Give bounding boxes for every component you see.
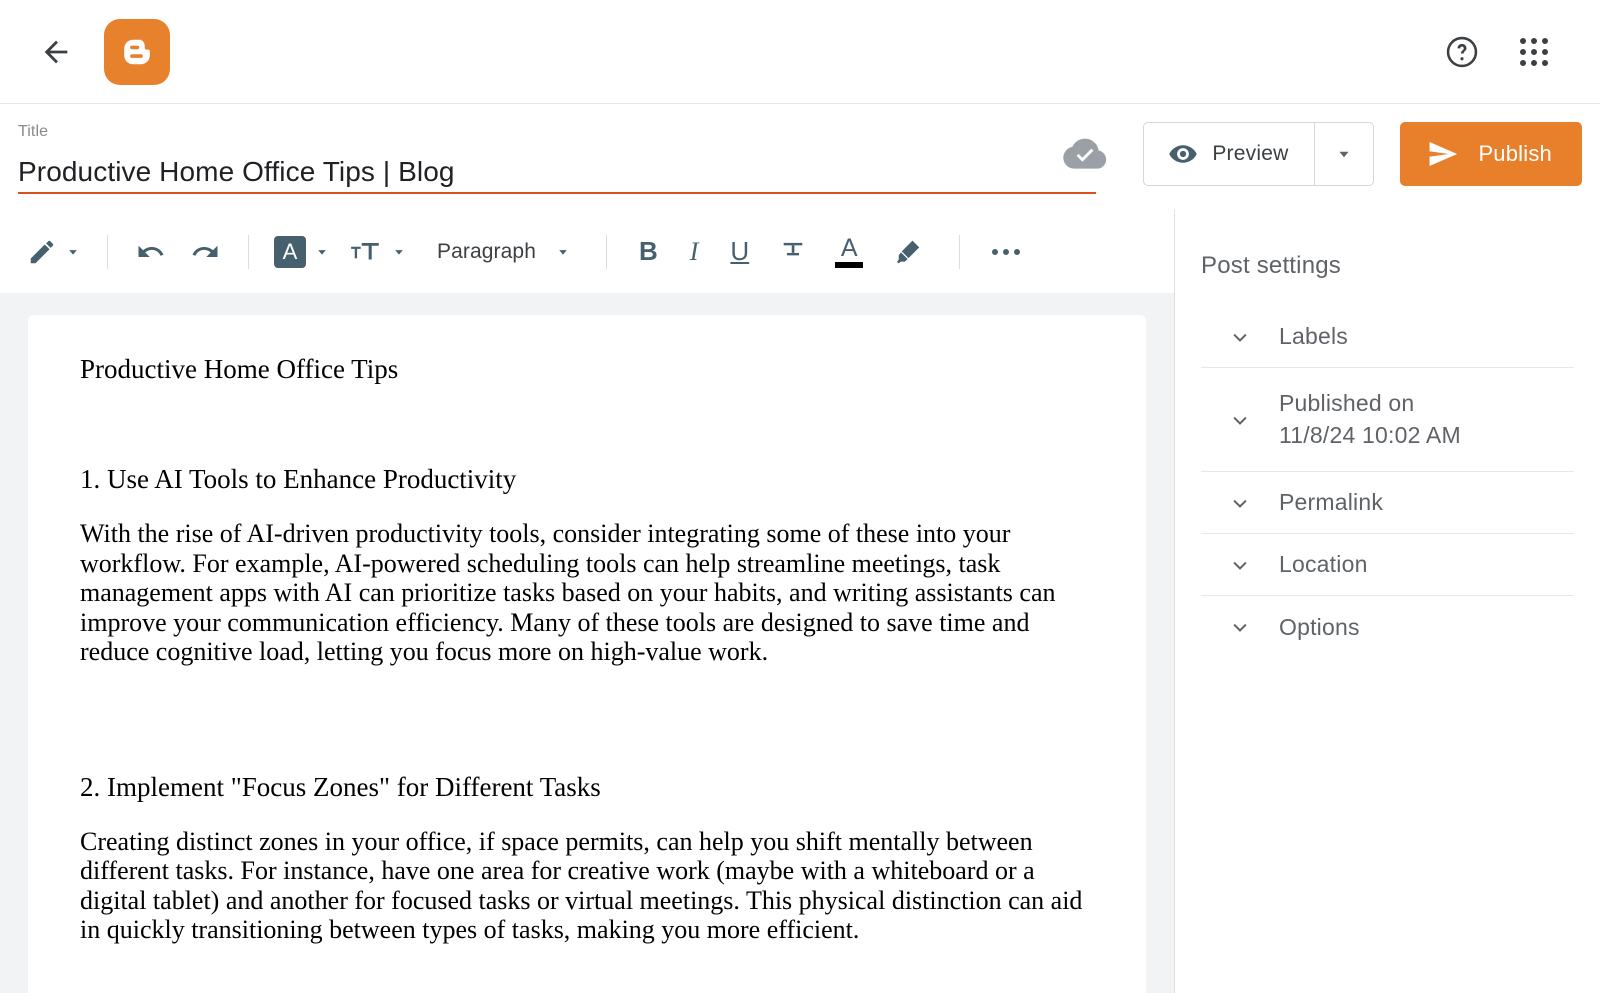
post-section-2-body: Creating distinct zones in your office, …: [80, 826, 1083, 945]
title-field-wrap: Title Productive Home Office Tips | Blog: [0, 104, 1078, 192]
post-settings-panel: Post settings Labels Published on 11/8/2…: [1175, 210, 1600, 993]
post-body-editor[interactable]: Productive Home Office Tips 1. Use AI To…: [28, 315, 1146, 993]
chevron-down-icon: [69, 249, 77, 255]
italic-icon: I: [689, 236, 699, 266]
setting-text: Published on 11/8/24 10:02 AM: [1279, 390, 1461, 449]
paragraph-style-button[interactable]: Paragraph: [417, 230, 584, 274]
setting-row-location[interactable]: Location: [1201, 534, 1574, 596]
help-circle-icon: [1446, 36, 1478, 67]
cloud-done-icon: [1063, 138, 1107, 169]
toolbar-divider: [107, 234, 108, 269]
apps-grid-icon: [1520, 37, 1548, 66]
underline-icon: U: [730, 236, 750, 266]
post-section-1-heading: 1. Use AI Tools to Enhance Productivity: [80, 464, 517, 494]
send-icon: [1429, 141, 1458, 167]
setting-row-labels[interactable]: Labels: [1201, 306, 1574, 368]
font-family-icon: A: [274, 235, 306, 268]
setting-label-published-on: Published on: [1279, 390, 1415, 416]
publish-label: Publish: [1478, 141, 1552, 166]
preview-dropdown-button[interactable]: [1314, 123, 1373, 185]
setting-label-labels: Labels: [1279, 323, 1348, 349]
chevron-down-icon: [1339, 151, 1350, 158]
pen-dropdown-caret[interactable]: [64, 243, 82, 261]
paragraph-style-caret[interactable]: [554, 243, 572, 261]
title-underline: [18, 192, 1096, 194]
post-settings-title: Post settings: [1201, 252, 1342, 279]
setting-row-options[interactable]: Options: [1201, 596, 1574, 658]
preview-button-group: Preview: [1143, 122, 1375, 186]
title-label: Title: [18, 123, 49, 140]
blogger-logo-icon: [124, 39, 150, 64]
title-actions: Preview Publish: [1063, 122, 1582, 186]
blogger-logo[interactable]: [104, 18, 170, 85]
setting-value-published-on: 11/8/24 10:02 AM: [1279, 422, 1461, 448]
highlight-icon: [897, 240, 920, 263]
font-size-icon: [351, 242, 379, 259]
pen-mode-button[interactable]: [18, 230, 91, 274]
chevron-down-icon: [1227, 324, 1253, 350]
setting-row-permalink[interactable]: Permalink: [1201, 472, 1574, 534]
chevron-down-icon: [1227, 490, 1253, 516]
pen-icon: [30, 240, 54, 263]
bold-button[interactable]: B: [623, 230, 674, 274]
font-family-button[interactable]: A: [265, 230, 340, 274]
redo-button[interactable]: [178, 230, 232, 274]
google-apps-button[interactable]: [1510, 28, 1558, 76]
title-bar: Title Productive Home Office Tips | Blog…: [0, 104, 1600, 210]
setting-label-options: Options: [1279, 613, 1360, 640]
setting-label-permalink: Permalink: [1279, 489, 1384, 515]
paragraph-style-label: Paragraph: [437, 239, 536, 263]
main-area: A Paragraph B I U A Productive Home Offi…: [0, 210, 1600, 993]
title-input[interactable]: Productive Home Office Tips | Blog: [18, 152, 1078, 192]
setting-text: Permalink: [1279, 489, 1383, 516]
toolbar-divider: [248, 234, 249, 269]
text-color-swatch: [835, 261, 864, 268]
post-section-2-heading: 2. Implement "Focus Zones" for Different…: [80, 771, 601, 802]
post-body-heading: Productive Home Office Tips: [80, 354, 399, 384]
arrow-left-icon: [44, 40, 68, 63]
setting-label-location: Location: [1279, 551, 1368, 577]
text-color-button[interactable]: A: [821, 230, 877, 274]
strikethrough-icon: [783, 242, 803, 255]
editor-column: A Paragraph B I U A Productive Home Offi…: [0, 210, 1175, 993]
highlight-button[interactable]: [877, 230, 939, 274]
save-status: [1063, 132, 1107, 176]
setting-row-published-on[interactable]: Published on 11/8/24 10:02 AM: [1201, 368, 1574, 472]
chevron-down-icon: [1227, 614, 1253, 640]
strikethrough-button[interactable]: [765, 230, 821, 274]
app-bar-actions: [1438, 28, 1558, 76]
formatting-toolbar: A Paragraph B I U A: [0, 210, 1174, 293]
chevron-down-icon: [318, 249, 326, 255]
underline-button[interactable]: U: [714, 230, 765, 274]
font-size-button[interactable]: [340, 230, 417, 274]
preview-label: Preview: [1212, 142, 1289, 165]
post-section-1-body: With the rise of AI-driven productivity …: [80, 519, 1056, 666]
chevron-down-icon: [395, 249, 403, 255]
more-options-icon: [992, 248, 1021, 255]
eye-icon: [1169, 145, 1198, 163]
publish-button[interactable]: Publish: [1400, 122, 1582, 186]
font-size-caret[interactable]: [390, 243, 408, 261]
preview-button[interactable]: Preview: [1144, 123, 1314, 185]
bold-icon: B: [638, 236, 658, 266]
back-button[interactable]: [32, 28, 80, 76]
more-options-button[interactable]: [976, 230, 1036, 274]
setting-text: Labels: [1279, 323, 1348, 350]
italic-button[interactable]: I: [674, 230, 715, 274]
setting-text: Location: [1279, 551, 1368, 578]
help-button[interactable]: [1438, 28, 1486, 76]
chevron-down-icon: [559, 249, 567, 255]
undo-icon: [138, 245, 164, 257]
setting-text: Options: [1279, 614, 1360, 641]
redo-icon: [192, 245, 218, 257]
undo-button[interactable]: [124, 230, 178, 274]
chevron-down-icon: [1227, 552, 1253, 578]
toolbar-divider: [959, 234, 961, 269]
editor-canvas: Productive Home Office Tips 1. Use AI To…: [0, 293, 1174, 993]
font-family-caret[interactable]: [313, 243, 331, 261]
text-color-icon: A: [840, 233, 858, 262]
top-app-bar: [0, 0, 1600, 104]
chevron-down-icon: [1227, 407, 1253, 433]
toolbar-divider: [605, 234, 607, 269]
